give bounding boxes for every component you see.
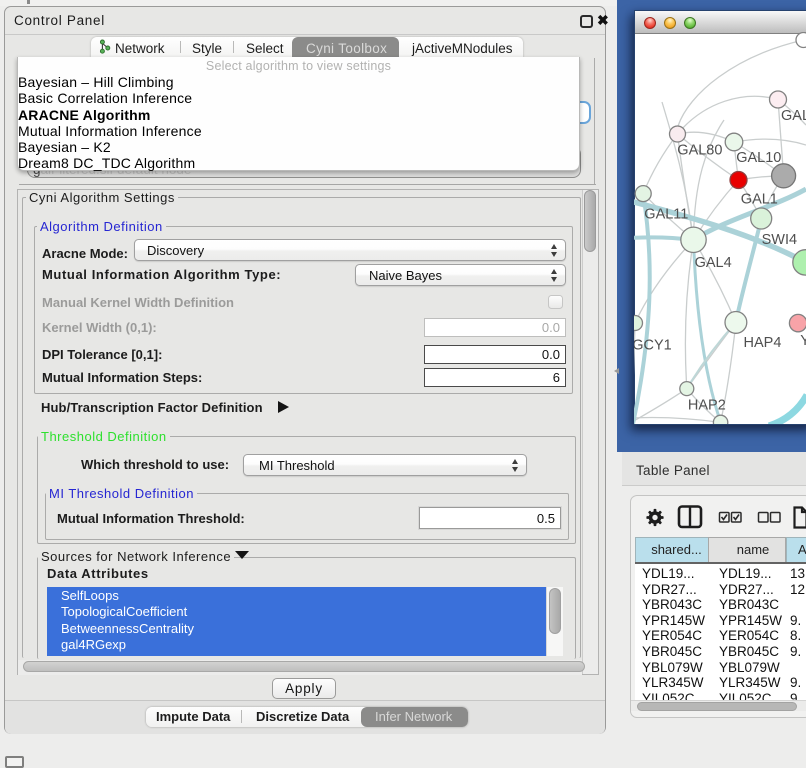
svg-text:GCY1: GCY1 — [634, 337, 672, 353]
svg-text:GAL1: GAL1 — [741, 192, 778, 208]
svg-text:HAP2: HAP2 — [688, 397, 726, 413]
svg-text:GAL80: GAL80 — [677, 142, 722, 158]
svg-text:GAL10: GAL10 — [736, 150, 781, 166]
svg-text:SWI4: SWI4 — [762, 232, 797, 248]
svg-text:Y: Y — [800, 333, 806, 349]
svg-text:GAL11: GAL11 — [644, 207, 688, 223]
svg-text:GAL4: GAL4 — [695, 255, 732, 271]
svg-text:HAP4: HAP4 — [744, 335, 782, 351]
svg-text:GAL: GAL — [781, 108, 806, 124]
